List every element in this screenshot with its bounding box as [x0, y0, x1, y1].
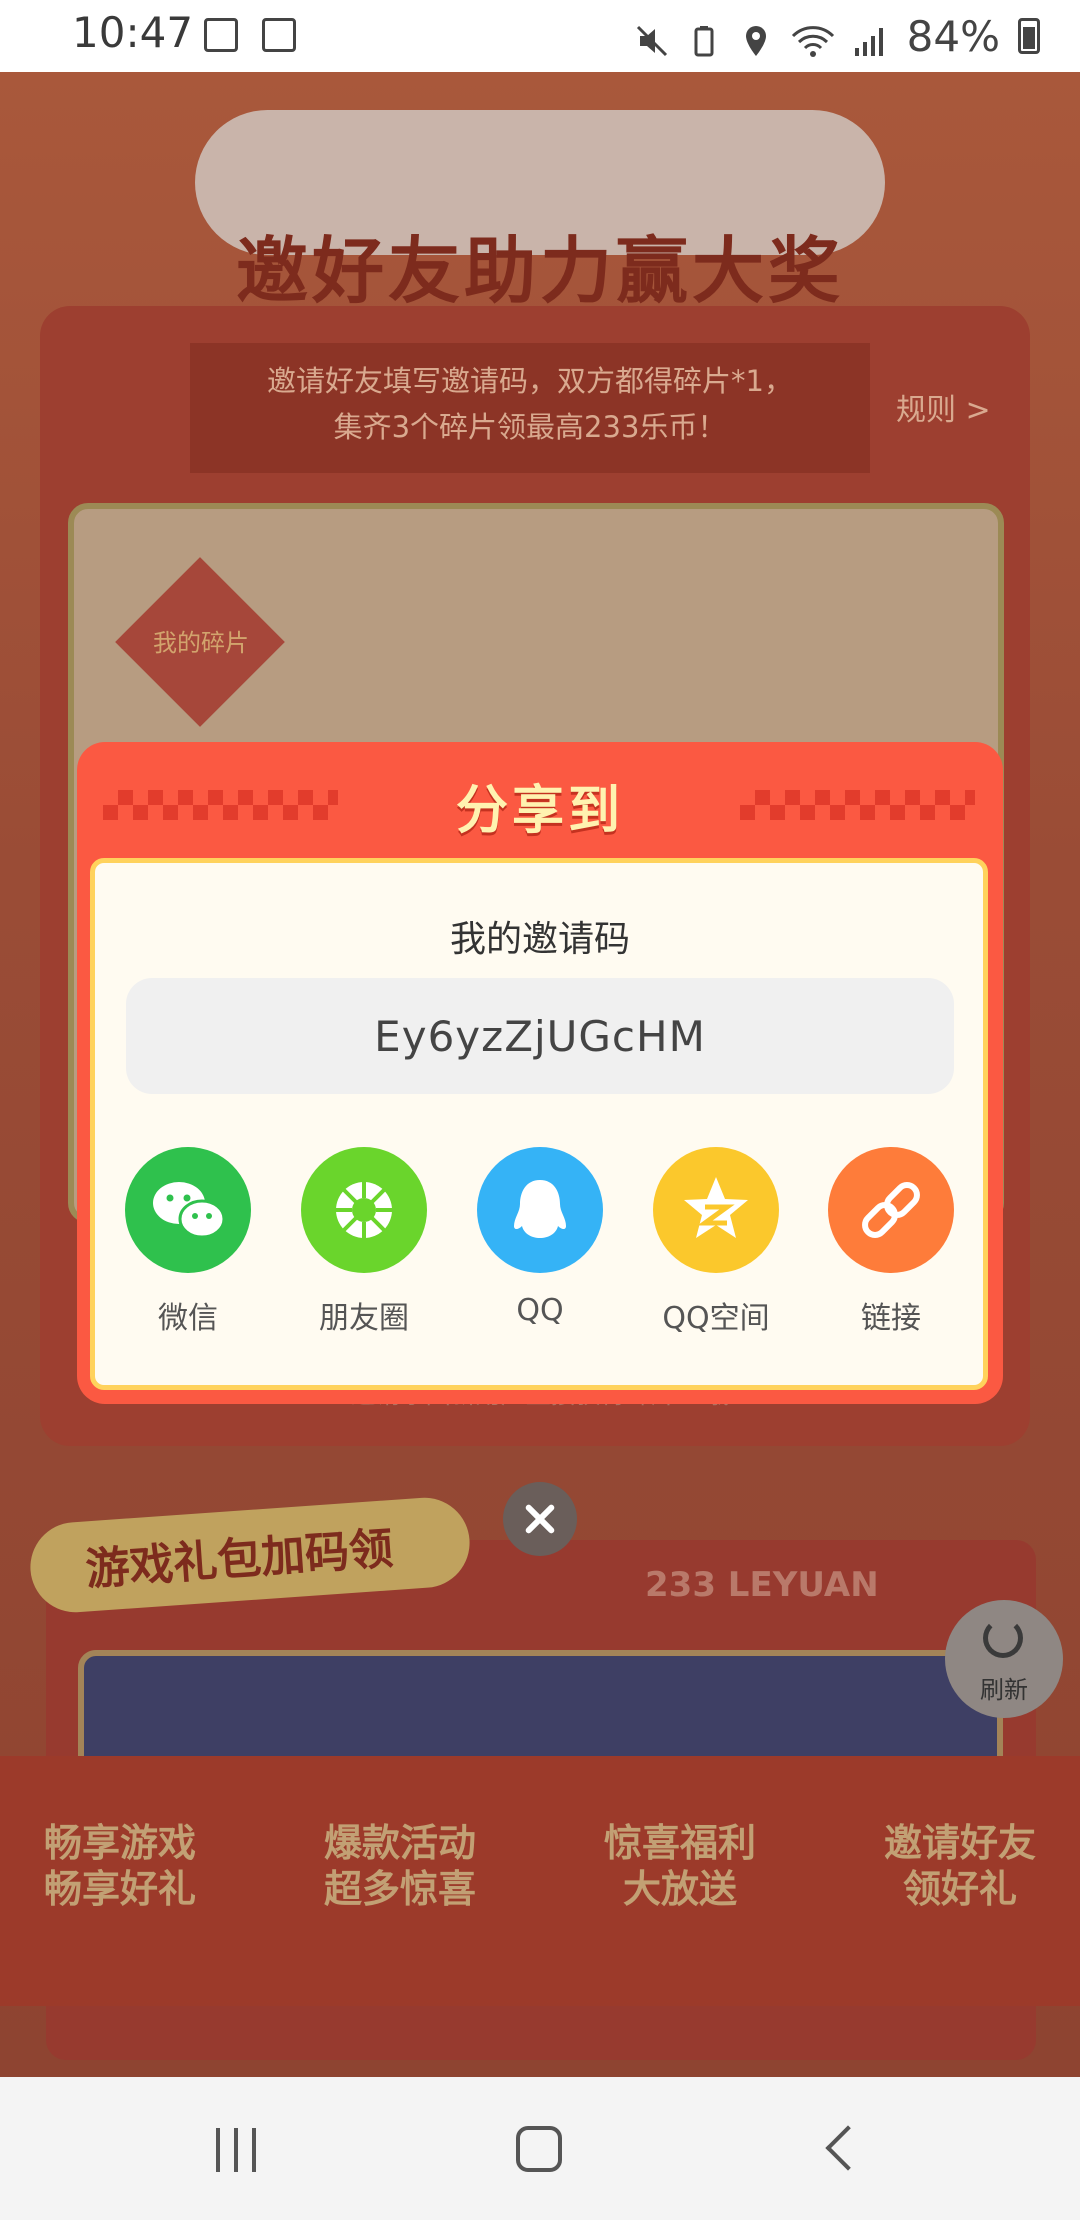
invite-code-label: 我的邀请码	[449, 919, 630, 960]
share-moments-label: 朋友圈	[319, 1301, 409, 1336]
status-icons: 84%	[635, 8, 1040, 64]
promo-1-line1: 畅享游戏	[43, 1821, 196, 1865]
moments-icon	[301, 1147, 427, 1273]
promo-1[interactable]: 畅享游戏 畅享好礼	[0, 1820, 240, 1912]
share-wechat-button[interactable]: 微信	[108, 1147, 268, 1337]
promo-2[interactable]: 爆款活动 超多惊喜	[280, 1820, 520, 1912]
promo-3-line1: 惊喜福利	[603, 1821, 756, 1865]
promo-3-line2: 大放送	[622, 1867, 737, 1911]
invite-banner-text: 邀请好友填写邀请码，双方都得碎片*1， 集齐3个碎片领最高233乐币！	[190, 358, 870, 450]
share-link-label: 链接	[861, 1301, 921, 1336]
signal-icon	[853, 19, 889, 56]
home-icon[interactable]	[516, 2126, 562, 2172]
share-qq-label: QQ	[516, 1293, 564, 1328]
promo-4-line2: 领好礼	[902, 1867, 1017, 1911]
promo-2-line1: 爆款活动	[323, 1821, 476, 1865]
battery-percent: 84%	[906, 11, 1000, 61]
promo-3[interactable]: 惊喜福利 大放送	[560, 1820, 800, 1912]
mute-icon	[635, 19, 669, 57]
close-dialog-button[interactable]	[503, 1482, 577, 1556]
share-dialog-title: 分享到	[455, 781, 624, 841]
banner-line-1: 邀请好友填写邀请码，双方都得碎片*1，	[267, 364, 793, 398]
promo-4-line1: 邀请好友	[883, 1821, 1036, 1865]
wifi-icon	[791, 19, 835, 57]
banner-line-2: 集齐3个碎片领最高233乐币！	[333, 410, 727, 444]
recent-apps-icon[interactable]	[214, 2128, 258, 2172]
invite-code-value[interactable]: Ey6yzZjUGcHM	[126, 1012, 954, 1061]
battery-icon	[1018, 18, 1040, 54]
promo-4[interactable]: 邀请好友 领好礼	[840, 1820, 1080, 1912]
my-fragments-label: 我的碎片	[153, 629, 249, 657]
location-icon	[739, 19, 773, 56]
close-box-icon	[262, 18, 296, 52]
share-wechat-label: 微信	[158, 1301, 218, 1336]
refresh-label: 刷新	[980, 1676, 1028, 1704]
share-qzone-label: QQ空间	[662, 1301, 770, 1336]
wechat-icon	[125, 1147, 251, 1273]
qq-icon	[477, 1147, 603, 1273]
battery-saver-icon	[687, 19, 721, 57]
promo-1-line2: 畅享好礼	[43, 1867, 196, 1911]
page-title: 邀好友助力赢大奖	[235, 229, 844, 313]
share-moments-button[interactable]: 朋友圈	[284, 1147, 444, 1337]
image-icon	[204, 18, 238, 52]
brand-label: 233 LEYUAN	[645, 1565, 879, 1605]
share-link-button[interactable]: 链接	[811, 1147, 971, 1337]
share-qzone-button[interactable]: QQ空间	[636, 1147, 796, 1337]
status-time: 10:47	[72, 8, 194, 57]
link-icon	[828, 1147, 954, 1273]
share-qq-button[interactable]: QQ	[460, 1147, 620, 1328]
promo-2-line2: 超多惊喜	[323, 1867, 476, 1911]
refresh-icon	[983, 1618, 1023, 1658]
qzone-icon	[653, 1147, 779, 1273]
status-bar: 10:47 84%	[0, 0, 1080, 72]
rules-link[interactable]: 规则 >	[896, 385, 991, 429]
